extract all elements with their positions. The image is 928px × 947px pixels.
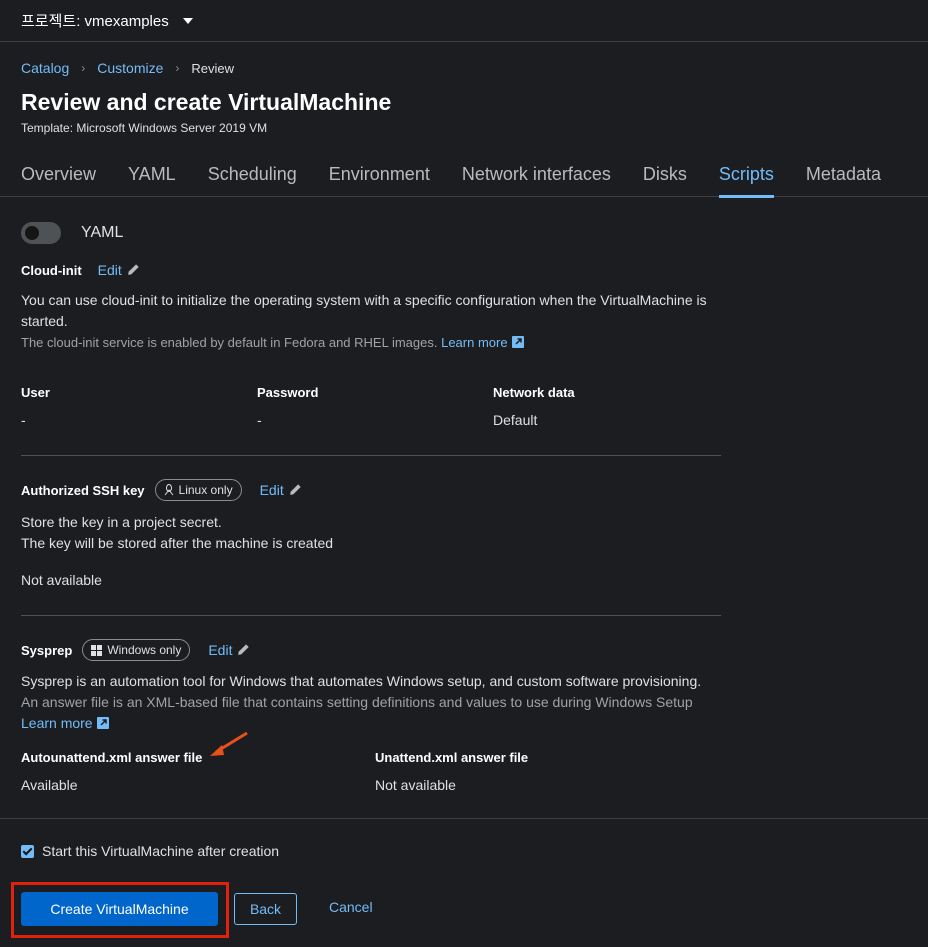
breadcrumb-customize[interactable]: Customize (97, 60, 163, 76)
learn-more-label: Learn more (21, 715, 93, 731)
cloud-init-title: Cloud-init (21, 262, 82, 278)
pencil-icon (238, 644, 250, 655)
windows-icon (91, 644, 103, 656)
autounattend-value: Available (21, 777, 78, 793)
edit-label: Edit (208, 642, 233, 658)
learn-more-label: Learn more (441, 335, 508, 350)
ssh-header: Authorized SSH key Linux only Edit (21, 479, 302, 501)
divider (21, 455, 721, 456)
breadcrumb: Catalog › Customize › Review (21, 60, 234, 76)
start-after-creation-checkbox[interactable] (21, 844, 34, 858)
linux-only-label: Linux only (178, 483, 233, 497)
project-label: 프로젝트: vmexamples (21, 13, 169, 30)
sysprep-header: Sysprep Windows only Edit (21, 639, 250, 661)
breadcrumb-review: Review (191, 60, 235, 76)
cancel-button[interactable]: Cancel (329, 899, 373, 915)
network-data-value: Default (493, 412, 538, 428)
ssh-status: Not available (21, 572, 102, 588)
top-bar: 프로젝트: vmexamples (0, 0, 928, 42)
external-link-icon (96, 717, 109, 729)
sysprep-note: An answer file is an XML-based file that… (21, 694, 693, 710)
windows-only-label: Windows only (107, 643, 182, 657)
cloud-init-header: Cloud-init Edit (21, 262, 140, 278)
network-data-label: Network data (493, 385, 575, 400)
unattend-value: Not available (375, 777, 456, 793)
pencil-icon (127, 264, 139, 275)
tab-scripts[interactable]: Scripts (703, 152, 790, 198)
start-after-creation-row: Start this VirtualMachine after creation (21, 843, 279, 859)
tab-metadata[interactable]: Metadata (790, 152, 897, 197)
caret-down-icon (182, 17, 193, 24)
cloud-init-note-text: The cloud-init service is enabled by def… (21, 335, 438, 350)
tab-yaml[interactable]: YAML (112, 152, 192, 197)
cloud-init-description: You can use cloud-init to initialize the… (21, 292, 707, 329)
external-link-icon (511, 336, 524, 348)
yaml-toggle-row: YAML (21, 222, 123, 244)
divider (21, 615, 721, 616)
tab-bar: Overview YAML Scheduling Environment Net… (0, 152, 928, 198)
cloud-init-learn-more-link[interactable]: Learn more (441, 335, 524, 350)
ssh-title: Authorized SSH key (21, 482, 145, 498)
autounattend-label: Autounattend.xml answer file (21, 750, 203, 765)
project-selector[interactable]: 프로젝트: vmexamples (21, 10, 193, 31)
cloud-init-edit-button[interactable]: Edit (98, 262, 140, 278)
sysprep-description: Sysprep is an automation tool for Window… (21, 673, 702, 689)
user-label: User (21, 385, 50, 400)
footer-divider (0, 818, 928, 819)
chevron-right-icon: › (175, 61, 180, 75)
yaml-switch-label: YAML (81, 224, 124, 241)
tab-network-interfaces[interactable]: Network interfaces (446, 152, 627, 197)
sysprep-learn-more-link[interactable]: Learn more (21, 713, 109, 734)
pencil-icon (289, 484, 301, 495)
start-after-creation-label: Start this VirtualMachine after creation (42, 843, 280, 859)
sysprep-title: Sysprep (21, 642, 73, 658)
edit-label: Edit (97, 262, 122, 278)
back-button[interactable]: Back (234, 893, 297, 925)
ssh-line-1: Store the key in a project secret. (21, 514, 222, 530)
yaml-switch[interactable] (21, 222, 61, 244)
user-value: - (21, 412, 26, 428)
chevron-right-icon: › (81, 61, 86, 75)
password-label: Password (257, 385, 319, 400)
cloud-init-note: The cloud-init service is enabled by def… (21, 332, 524, 353)
unattend-label: Unattend.xml answer file (375, 750, 529, 765)
linux-icon (164, 484, 173, 496)
page-subtitle: Template: Microsoft Windows Server 2019 … (21, 121, 268, 135)
ssh-edit-button[interactable]: Edit (260, 482, 302, 498)
tab-overview[interactable]: Overview (5, 152, 112, 197)
linux-only-badge: Linux only (154, 479, 242, 501)
sysprep-edit-button[interactable]: Edit (208, 642, 250, 658)
breadcrumb-catalog[interactable]: Catalog (21, 60, 69, 76)
ssh-line-2: The key will be stored after the machine… (21, 535, 334, 551)
windows-only-badge: Windows only (82, 639, 191, 661)
annotation-arrow-icon (210, 731, 248, 756)
edit-label: Edit (259, 482, 284, 498)
page-title: Review and create VirtualMachine (21, 89, 392, 115)
tab-environment[interactable]: Environment (313, 152, 446, 197)
password-value: - (257, 412, 262, 428)
tab-disks[interactable]: Disks (627, 152, 703, 197)
create-virtualmachine-button[interactable]: Create VirtualMachine (21, 892, 218, 926)
tab-scheduling[interactable]: Scheduling (192, 152, 313, 197)
